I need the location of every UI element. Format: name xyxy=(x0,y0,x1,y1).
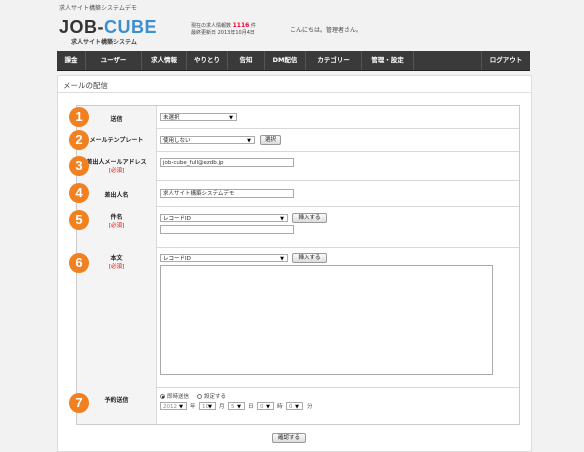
nav-jobs[interactable]: 求人情報 xyxy=(142,51,187,70)
updated-label: 最終更新日 xyxy=(191,30,217,36)
row-template: メールテンプレート 2 使用しない ▼ 選択 xyxy=(69,128,519,152)
chevron-down-icon: ▼ xyxy=(247,138,251,144)
step-badge-7: 7 xyxy=(69,393,89,413)
logo-part1: JOB- xyxy=(59,17,105,37)
schedule-year-select[interactable]: 2012 ▼ xyxy=(160,402,187,410)
schedule-year-value: 2012 xyxy=(163,404,177,410)
step-badge-2: 2 xyxy=(69,130,89,150)
jobs-label: 現在の求人情報数 xyxy=(191,23,232,29)
schedule-now-label: 即時送信 xyxy=(167,394,190,400)
logo-part2: CUBE xyxy=(104,17,158,37)
subject-field-select[interactable]: レコードID ▼ xyxy=(160,214,288,222)
nav-spacer xyxy=(414,51,482,70)
updated-date: 2013年10月4日 xyxy=(217,30,255,36)
step-badge-4: 4 xyxy=(69,183,89,203)
step-badge-3: 3 xyxy=(69,156,89,176)
send-select[interactable]: 未選択 ▼ xyxy=(160,113,237,121)
schedule-day-value: 5 xyxy=(231,404,235,410)
nav-dm[interactable]: DM配信 xyxy=(265,51,306,70)
step-badge-5: 5 xyxy=(69,210,89,230)
minute-unit: 分 xyxy=(307,404,313,410)
row-schedule: 予約送信 7 即時送信 設定する 2012 ▼ 年 10 ▼ 月 5 ▼ 日 0 ▼ 時… xyxy=(69,387,519,424)
nav-notice[interactable]: 告知 xyxy=(228,51,265,70)
day-unit: 日 xyxy=(248,404,254,410)
site-title: 求人サイト構築システムデモ xyxy=(59,5,137,12)
month-unit: 月 xyxy=(219,404,225,410)
nav-category[interactable]: カテゴリー xyxy=(306,51,362,70)
schedule-set-label: 設定する xyxy=(204,394,227,400)
template-select[interactable]: 使用しない ▼ xyxy=(160,136,255,144)
schedule-day-select[interactable]: 5 ▼ xyxy=(228,402,245,410)
nav-logout[interactable]: ログアウト xyxy=(482,51,530,70)
schedule-hour-select[interactable]: 0 ▼ xyxy=(257,402,274,410)
label-cell: 送信 xyxy=(77,106,157,128)
row-send: 送信 1 未選択 ▼ xyxy=(69,106,519,129)
label-cell: 件名 [必須] xyxy=(77,206,157,247)
chevron-down-icon: ▼ xyxy=(266,404,270,410)
subject-field-select-value: レコードID xyxy=(163,216,191,222)
chevron-down-icon: ▼ xyxy=(280,216,284,222)
nav-billing[interactable]: 課金 xyxy=(57,51,86,70)
nav-exchanges[interactable]: やりとり xyxy=(187,51,228,70)
label-cell: メールテンプレート xyxy=(77,128,157,151)
send-select-value: 未選択 xyxy=(163,115,180,121)
step-badge-6: 6 xyxy=(69,253,89,273)
title-divider xyxy=(58,92,531,93)
schedule-hour-value: 0 xyxy=(260,404,264,410)
subject-insert-button[interactable]: 挿入する xyxy=(292,213,327,223)
site-stats: 現在の求人情報数 1116 件 最終更新日 2013年10月4日 xyxy=(191,22,256,37)
chevron-down-icon: ▼ xyxy=(280,256,284,262)
chevron-down-icon: ▼ xyxy=(208,404,212,410)
nav-settings[interactable]: 管理・設定 xyxy=(362,51,414,70)
page-title: メールの配信 xyxy=(63,81,108,90)
row-subject: 件名 [必須] 5 レコードID ▼ 挿入する xyxy=(69,206,519,248)
row-body: 本文 [必須] 6 レコードID ▼ 挿入する xyxy=(69,247,519,388)
top-strip: 求人サイト構築システムデモ xyxy=(0,0,584,12)
template-select-button[interactable]: 選択 xyxy=(260,135,281,145)
body-field-select[interactable]: レコードID ▼ xyxy=(160,254,288,262)
subject-input[interactable] xyxy=(160,225,294,234)
chevron-down-icon: ▼ xyxy=(229,115,233,121)
row-from-address: 差出人メールアドレス [必須] 3 job-cube_full@ezdb.jp xyxy=(69,151,519,181)
template-select-value: 使用しない xyxy=(163,138,191,144)
row-from-name: 差出人名 4 求人サイト構築システムデモ xyxy=(69,180,519,207)
greeting: こんにちは。管理者さん。 xyxy=(290,27,363,34)
hour-unit: 時 xyxy=(277,404,283,410)
schedule-month-select[interactable]: 10 ▼ xyxy=(199,402,216,410)
jobs-unit: 件 xyxy=(250,23,256,29)
mail-form: 送信 1 未選択 ▼ メールテンプレート 2 使用しない ▼ 選択 差出人メールアド… xyxy=(69,105,520,425)
from-name-input[interactable]: 求人サイト構築システムデモ xyxy=(160,189,294,198)
schedule-minute-value: 0 xyxy=(289,404,293,410)
required-mark: [必須] xyxy=(108,223,125,229)
schedule-radio-set[interactable] xyxy=(197,394,202,399)
label-cell: 本文 [必須] xyxy=(77,247,157,387)
header: JOB-CUBE 求人サイト構築システム 現在の求人情報数 1116 件 最終更… xyxy=(0,12,584,48)
body-insert-button[interactable]: 挿入する xyxy=(292,253,327,263)
body-field-select-value: レコードID xyxy=(163,256,191,262)
main-panel: メールの配信 送信 1 未選択 ▼ メールテンプレート 2 使用しない ▼ 選択 差… xyxy=(57,75,532,452)
schedule-radio-now[interactable] xyxy=(160,394,165,399)
main-nav: 課金 ユーザー 求人情報 やりとり 告知 DM配信 カテゴリー 管理・設定 ログ… xyxy=(57,51,530,71)
jobs-count: 1116 xyxy=(232,22,250,29)
step-badge-1: 1 xyxy=(69,107,89,127)
label-cell: 差出人名 xyxy=(77,180,157,206)
logo-subtitle: 求人サイト構築システム xyxy=(71,39,137,46)
confirm-button[interactable]: 確認する xyxy=(272,433,306,443)
chevron-down-icon: ▼ xyxy=(295,404,299,410)
logo[interactable]: JOB-CUBE xyxy=(59,18,157,36)
label-cell: 予約送信 xyxy=(77,387,157,424)
body-textarea[interactable] xyxy=(160,265,493,375)
schedule-minute-select[interactable]: 0 ▼ xyxy=(286,402,303,410)
label-cell: 差出人メールアドレス [必須] xyxy=(77,151,157,180)
year-unit: 年 xyxy=(190,404,196,410)
from-address-input[interactable]: job-cube_full@ezdb.jp xyxy=(160,158,294,167)
chevron-down-icon: ▼ xyxy=(179,404,183,410)
nav-users[interactable]: ユーザー xyxy=(86,51,142,70)
chevron-down-icon: ▼ xyxy=(237,404,241,410)
